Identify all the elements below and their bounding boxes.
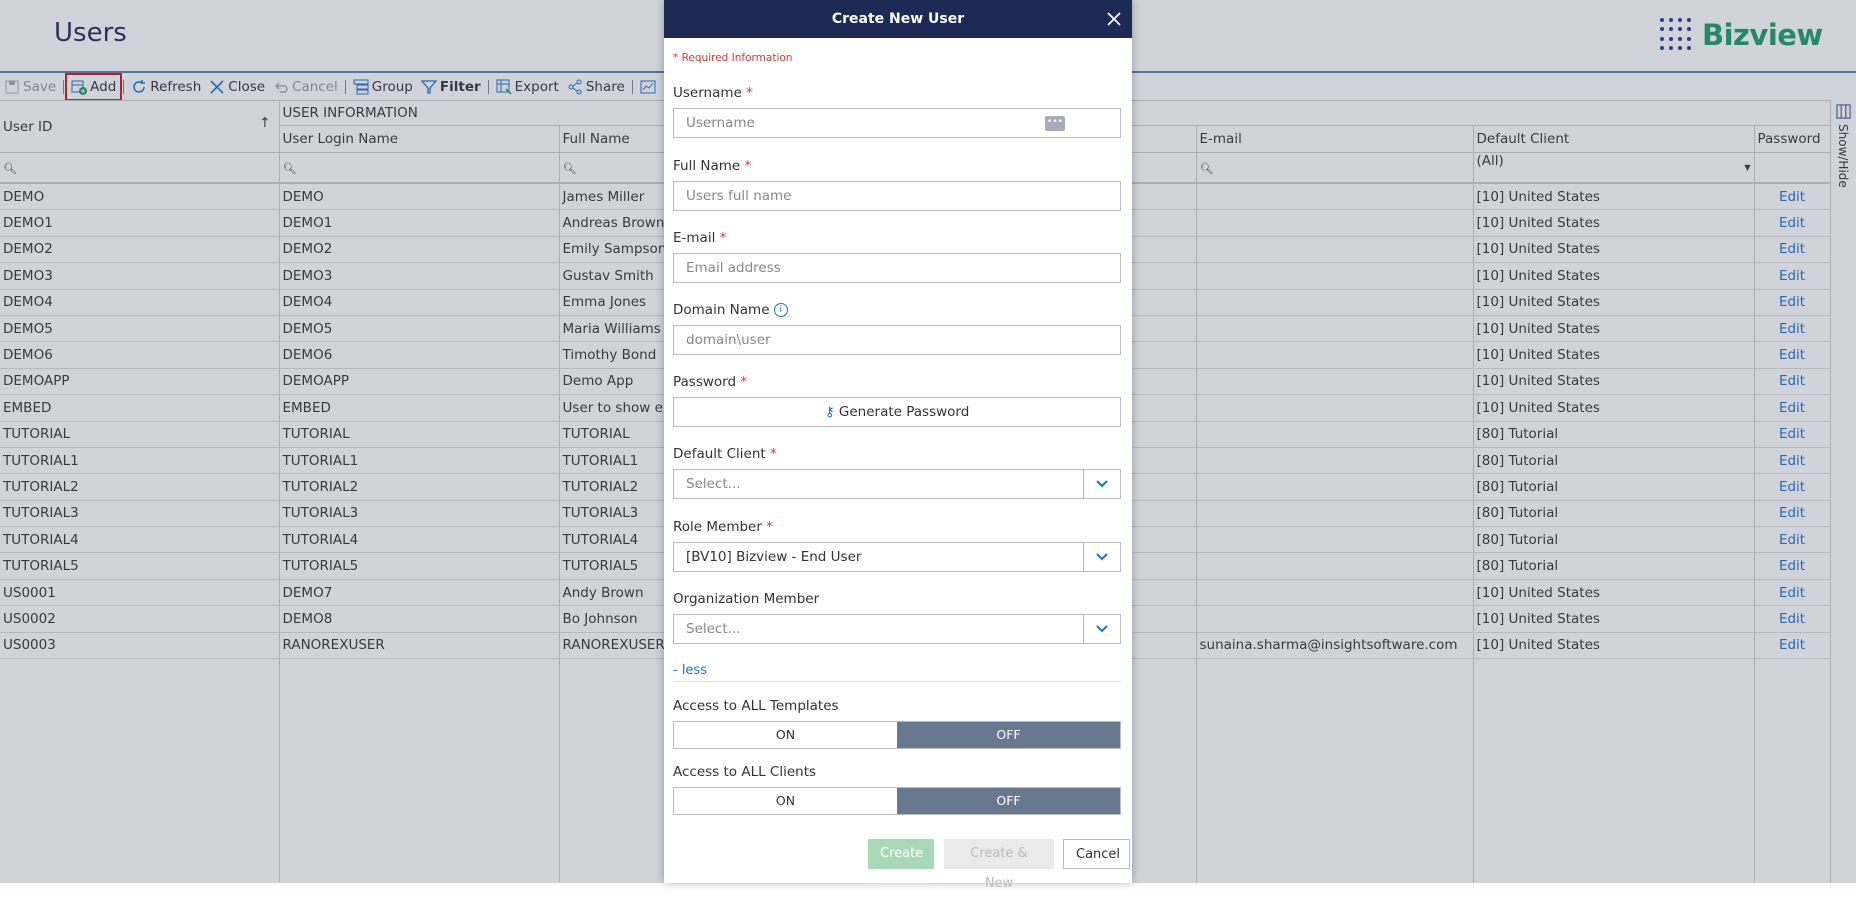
role-member-value: [BV10] Bizview - End User bbox=[686, 549, 862, 565]
email-label: E-mail * bbox=[673, 230, 726, 246]
role-label-text: Role Member bbox=[673, 519, 762, 535]
required-mark: * bbox=[766, 519, 773, 535]
org-member-value: Select... bbox=[686, 621, 741, 637]
username-label-text: Username bbox=[673, 85, 742, 101]
default-client-label-text: Default Client bbox=[673, 446, 766, 462]
password-label-text: Password bbox=[673, 374, 737, 390]
create-and-new-button[interactable]: Create & New bbox=[944, 839, 1054, 891]
required-mark: * bbox=[770, 446, 777, 462]
clients-access-label: Access to ALL Clients bbox=[673, 764, 817, 780]
templates-on-option[interactable]: ON bbox=[674, 722, 897, 748]
password-label: Password * bbox=[673, 374, 747, 390]
app: Users Bizview Save Add Refresh Close Can… bbox=[0, 0, 1856, 891]
required-info: * Required Information bbox=[673, 52, 793, 64]
required-mark: * bbox=[746, 85, 753, 101]
email-input[interactable]: Email address bbox=[673, 253, 1121, 283]
required-mark: * bbox=[744, 158, 752, 174]
username-placeholder: Username bbox=[686, 115, 755, 131]
email-placeholder: Email address bbox=[686, 260, 781, 276]
clients-on-option[interactable]: ON bbox=[674, 788, 897, 814]
default-client-value: Select... bbox=[686, 476, 741, 492]
dialog-footer: Create Create & New Cancel bbox=[673, 839, 1130, 891]
dialog-header: Create New User bbox=[664, 0, 1132, 38]
templates-access-toggle[interactable]: ON OFF bbox=[673, 721, 1121, 749]
generate-password-label: Generate Password bbox=[838, 404, 970, 420]
fullname-label: Full Name * bbox=[673, 158, 751, 174]
fullname-label-text: Full Name bbox=[673, 158, 741, 174]
role-member-label: Role Member * bbox=[673, 519, 773, 535]
default-client-label: Default Client * bbox=[673, 446, 777, 462]
create-user-dialog: Create New User * Required Information U… bbox=[664, 0, 1132, 891]
info-icon[interactable]: i bbox=[773, 303, 788, 317]
chevron-down-icon bbox=[1096, 480, 1108, 488]
domain-input[interactable]: domain\user bbox=[673, 325, 1121, 355]
fullname-placeholder: Users full name bbox=[686, 188, 792, 204]
key-icon: ⚷ bbox=[824, 404, 835, 420]
dropdown-toggle[interactable] bbox=[1083, 470, 1120, 498]
email-label-text: E-mail bbox=[673, 230, 716, 246]
clients-off-option[interactable]: OFF bbox=[897, 788, 1120, 814]
more-icon[interactable]: ••• bbox=[1045, 116, 1065, 131]
cancel-button[interactable]: Cancel bbox=[1063, 839, 1130, 869]
clients-access-toggle[interactable]: ON OFF bbox=[673, 787, 1121, 815]
dialog-title: Create New User bbox=[831, 11, 965, 27]
domain-label-text: Domain Name bbox=[673, 302, 770, 318]
templates-access-label: Access to ALL Templates bbox=[673, 698, 839, 714]
username-label: Username * bbox=[673, 85, 753, 101]
default-client-select[interactable]: Select... bbox=[673, 469, 1121, 499]
fullname-input[interactable]: Users full name bbox=[673, 181, 1121, 211]
org-member-select[interactable]: Select... bbox=[673, 614, 1121, 644]
create-button[interactable]: Create bbox=[868, 839, 934, 869]
domain-label: Domain Name i bbox=[673, 302, 788, 318]
less-link[interactable]: - less bbox=[673, 663, 707, 678]
domain-placeholder: domain\user bbox=[686, 332, 771, 348]
org-member-label: Organization Member bbox=[673, 591, 820, 607]
generate-password-button[interactable]: ⚷ Generate Password bbox=[673, 397, 1121, 427]
dropdown-toggle[interactable] bbox=[1083, 615, 1120, 643]
chevron-down-icon bbox=[1096, 553, 1108, 561]
role-member-select[interactable]: [BV10] Bizview - End User bbox=[673, 542, 1121, 572]
dropdown-toggle[interactable] bbox=[1083, 543, 1120, 571]
required-mark: * bbox=[719, 230, 727, 246]
required-mark: * bbox=[740, 374, 748, 390]
chevron-down-icon bbox=[1096, 625, 1108, 633]
templates-off-option[interactable]: OFF bbox=[897, 722, 1120, 748]
username-input[interactable]: Username ••• bbox=[673, 108, 1121, 138]
close-dialog-icon[interactable] bbox=[1104, 9, 1124, 29]
section-divider bbox=[673, 681, 1121, 682]
